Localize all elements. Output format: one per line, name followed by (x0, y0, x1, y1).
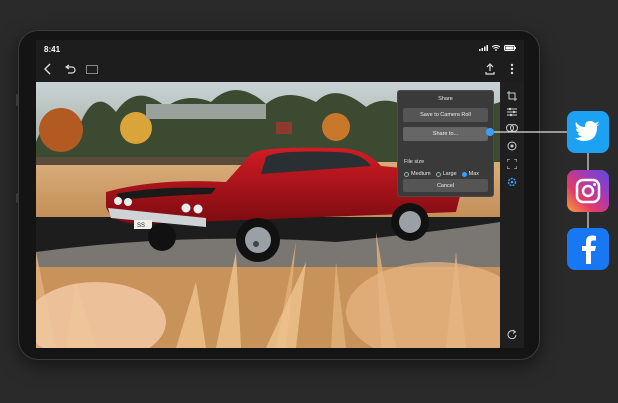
compare-button[interactable] (84, 61, 100, 77)
reset-button[interactable] (504, 326, 520, 342)
battery-icon (504, 45, 516, 51)
crop-icon (507, 91, 517, 101)
facebook-share-button[interactable] (567, 228, 609, 270)
twitter-icon (575, 121, 600, 141)
save-to-camera-roll-button[interactable]: Save to Camera Roll (403, 108, 488, 122)
file-size-medium[interactable]: Medium (404, 171, 431, 177)
file-size-large[interactable]: Large (435, 171, 457, 177)
license-plate: SS (137, 223, 145, 229)
share-to-button[interactable]: Share to... (403, 127, 488, 141)
undo-icon (64, 64, 76, 74)
wifi-icon (492, 45, 500, 51)
file-size-max[interactable]: Max (461, 171, 479, 177)
radio-selected-icon (461, 171, 467, 177)
toolbar (36, 58, 524, 80)
crop-tool-button[interactable] (504, 88, 520, 104)
share-icon (485, 63, 495, 75)
twitter-share-button[interactable] (567, 111, 609, 153)
adjust-tool-button[interactable] (504, 104, 520, 120)
connector-dot (486, 128, 494, 136)
cancel-button[interactable]: Cancel (403, 179, 488, 192)
status-bar: 8:41 (36, 40, 524, 58)
sliders-icon (507, 107, 517, 117)
radio-icon (435, 171, 441, 177)
reset-icon (507, 329, 517, 339)
export-button[interactable] (482, 61, 498, 77)
back-button[interactable] (40, 61, 56, 77)
compare-icon (86, 64, 98, 74)
instagram-share-button[interactable] (567, 170, 609, 212)
chevron-left-icon (44, 63, 51, 75)
screen: 8:41 SS Share Save to Camera Roll Share … (36, 40, 524, 348)
more-button[interactable] (504, 61, 520, 77)
file-size-options: Medium Large Max (404, 171, 479, 177)
share-panel-title: Share (438, 96, 453, 102)
status-time: 8:41 (44, 45, 61, 54)
more-vertical-icon (510, 63, 514, 75)
facebook-icon (582, 235, 596, 264)
instagram-icon (575, 178, 601, 204)
volume-button (16, 94, 19, 106)
radio-icon (404, 171, 409, 177)
file-size-label: File size (404, 159, 425, 165)
cellular-icon (479, 45, 488, 51)
share-connector (486, 128, 568, 136)
undo-button[interactable] (62, 61, 78, 77)
share-panel: Share Save to Camera Roll Share to... Fi… (397, 90, 494, 197)
power-button (16, 193, 19, 203)
